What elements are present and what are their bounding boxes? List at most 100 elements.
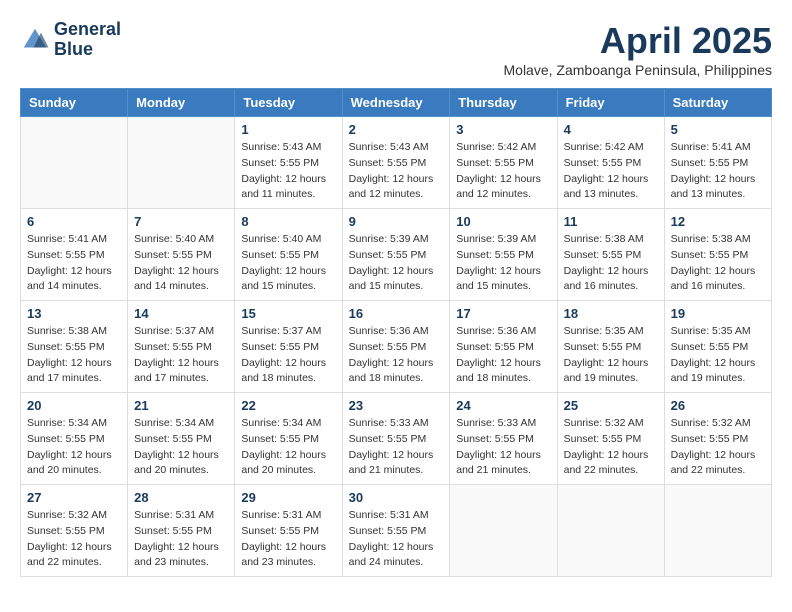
- calendar-cell: 6 Sunrise: 5:41 AM Sunset: 5:55 PM Daylig…: [21, 209, 128, 301]
- day-info: Sunrise: 5:42 AM Sunset: 5:55 PM Dayligh…: [564, 140, 658, 203]
- day-info: Sunrise: 5:38 AM Sunset: 5:55 PM Dayligh…: [27, 324, 121, 387]
- calendar-cell: 27Sunrise: 5:32 AM Sunset: 5:55 PM Dayli…: [21, 485, 128, 577]
- calendar-cell: 10Sunrise: 5:39 AM Sunset: 5:55 PM Dayli…: [450, 209, 557, 301]
- week-row-2: 6 Sunrise: 5:41 AM Sunset: 5:55 PM Daylig…: [21, 209, 772, 301]
- calendar-cell: 18 Sunrise: 5:35 AM Sunset: 5:55 PM Dayli…: [557, 301, 664, 393]
- day-number: 26: [671, 398, 765, 413]
- day-header-wednesday: Wednesday: [342, 89, 450, 117]
- day-number: 30: [349, 490, 444, 505]
- day-info: Sunrise: 5:34 AM Sunset: 5:55 PM Dayligh…: [134, 416, 228, 479]
- day-info: Sunrise: 5:31 AM Sunset: 5:55 PM Dayligh…: [241, 508, 335, 571]
- calendar-cell: 15Sunrise: 5:37 AM Sunset: 5:55 PM Dayli…: [235, 301, 342, 393]
- day-number: 20: [27, 398, 121, 413]
- day-header-tuesday: Tuesday: [235, 89, 342, 117]
- day-number: 19: [671, 306, 765, 321]
- calendar-cell: 1 Sunrise: 5:43 AM Sunset: 5:55 PM Daylig…: [235, 117, 342, 209]
- logo-text: General Blue: [54, 20, 121, 60]
- day-info: Sunrise: 5:39 AM Sunset: 5:55 PM Dayligh…: [349, 232, 444, 295]
- day-info: Sunrise: 5:41 AM Sunset: 5:55 PM Dayligh…: [27, 232, 121, 295]
- day-number: 15: [241, 306, 335, 321]
- day-info: Sunrise: 5:32 AM Sunset: 5:55 PM Dayligh…: [564, 416, 658, 479]
- calendar-cell: 25 Sunrise: 5:32 AM Sunset: 5:55 PM Dayli…: [557, 393, 664, 485]
- day-header-sunday: Sunday: [21, 89, 128, 117]
- location-subtitle: Molave, Zamboanga Peninsula, Philippines: [504, 62, 773, 78]
- logo: General Blue: [20, 20, 121, 60]
- calendar-cell: 5 Sunrise: 5:41 AM Sunset: 5:55 PM Daylig…: [664, 117, 771, 209]
- calendar-cell: 3 Sunrise: 5:42 AM Sunset: 5:55 PM Daylig…: [450, 117, 557, 209]
- calendar-cell: 24 Sunrise: 5:33 AM Sunset: 5:55 PM Dayli…: [450, 393, 557, 485]
- day-info: Sunrise: 5:36 AM Sunset: 5:55 PM Dayligh…: [349, 324, 444, 387]
- calendar-cell: 11 Sunrise: 5:38 AM Sunset: 5:55 PM Dayli…: [557, 209, 664, 301]
- day-number: 1: [241, 122, 335, 137]
- month-title: April 2025: [504, 20, 773, 62]
- day-number: 6: [27, 214, 121, 229]
- week-row-4: 20 Sunrise: 5:34 AM Sunset: 5:55 PM Dayli…: [21, 393, 772, 485]
- day-info: Sunrise: 5:40 AM Sunset: 5:55 PM Dayligh…: [241, 232, 335, 295]
- day-number: 29: [241, 490, 335, 505]
- calendar-cell: 30 Sunrise: 5:31 AM Sunset: 5:55 PM Dayli…: [342, 485, 450, 577]
- day-info: Sunrise: 5:33 AM Sunset: 5:55 PM Dayligh…: [456, 416, 550, 479]
- day-header-monday: Monday: [128, 89, 235, 117]
- day-number: 3: [456, 122, 550, 137]
- calendar-cell: 28 Sunrise: 5:31 AM Sunset: 5:55 PM Dayli…: [128, 485, 235, 577]
- logo-line2: Blue: [54, 40, 121, 60]
- title-section: April 2025 Molave, Zamboanga Peninsula, …: [504, 20, 773, 78]
- day-info: Sunrise: 5:38 AM Sunset: 5:55 PM Dayligh…: [564, 232, 658, 295]
- day-info: Sunrise: 5:41 AM Sunset: 5:55 PM Dayligh…: [671, 140, 765, 203]
- day-info: Sunrise: 5:36 AM Sunset: 5:55 PM Dayligh…: [456, 324, 550, 387]
- day-info: Sunrise: 5:42 AM Sunset: 5:55 PM Dayligh…: [456, 140, 550, 203]
- day-number: 11: [564, 214, 658, 229]
- page-header: General Blue April 2025 Molave, Zamboang…: [20, 20, 772, 78]
- week-row-3: 13Sunrise: 5:38 AM Sunset: 5:55 PM Dayli…: [21, 301, 772, 393]
- day-header-saturday: Saturday: [664, 89, 771, 117]
- day-number: 8: [241, 214, 335, 229]
- day-info: Sunrise: 5:40 AM Sunset: 5:55 PM Dayligh…: [134, 232, 228, 295]
- calendar-cell: 17Sunrise: 5:36 AM Sunset: 5:55 PM Dayli…: [450, 301, 557, 393]
- day-number: 21: [134, 398, 228, 413]
- logo-icon: [20, 25, 50, 55]
- day-header-thursday: Thursday: [450, 89, 557, 117]
- day-number: 7: [134, 214, 228, 229]
- calendar-cell: 29 Sunrise: 5:31 AM Sunset: 5:55 PM Dayli…: [235, 485, 342, 577]
- calendar-cell: 23Sunrise: 5:33 AM Sunset: 5:55 PM Dayli…: [342, 393, 450, 485]
- calendar-cell: 7 Sunrise: 5:40 AM Sunset: 5:55 PM Daylig…: [128, 209, 235, 301]
- calendar-cell: 20Sunrise: 5:34 AM Sunset: 5:55 PM Dayli…: [21, 393, 128, 485]
- day-info: Sunrise: 5:31 AM Sunset: 5:55 PM Dayligh…: [134, 508, 228, 571]
- week-row-5: 27Sunrise: 5:32 AM Sunset: 5:55 PM Dayli…: [21, 485, 772, 577]
- calendar-cell: 22Sunrise: 5:34 AM Sunset: 5:55 PM Dayli…: [235, 393, 342, 485]
- calendar-cell: 21 Sunrise: 5:34 AM Sunset: 5:55 PM Dayli…: [128, 393, 235, 485]
- day-number: 22: [241, 398, 335, 413]
- calendar-cell: 14 Sunrise: 5:37 AM Sunset: 5:55 PM Dayli…: [128, 301, 235, 393]
- day-number: 28: [134, 490, 228, 505]
- calendar-cell: 9 Sunrise: 5:39 AM Sunset: 5:55 PM Daylig…: [342, 209, 450, 301]
- day-number: 4: [564, 122, 658, 137]
- day-info: Sunrise: 5:43 AM Sunset: 5:55 PM Dayligh…: [241, 140, 335, 203]
- calendar-cell: [21, 117, 128, 209]
- calendar-cell: 26 Sunrise: 5:32 AM Sunset: 5:55 PM Dayli…: [664, 393, 771, 485]
- calendar-cell: 13Sunrise: 5:38 AM Sunset: 5:55 PM Dayli…: [21, 301, 128, 393]
- calendar-table: SundayMondayTuesdayWednesdayThursdayFrid…: [20, 88, 772, 577]
- calendar-cell: 16 Sunrise: 5:36 AM Sunset: 5:55 PM Dayli…: [342, 301, 450, 393]
- day-number: 25: [564, 398, 658, 413]
- day-number: 18: [564, 306, 658, 321]
- day-number: 5: [671, 122, 765, 137]
- day-info: Sunrise: 5:32 AM Sunset: 5:55 PM Dayligh…: [27, 508, 121, 571]
- day-info: Sunrise: 5:38 AM Sunset: 5:55 PM Dayligh…: [671, 232, 765, 295]
- day-number: 24: [456, 398, 550, 413]
- day-info: Sunrise: 5:32 AM Sunset: 5:55 PM Dayligh…: [671, 416, 765, 479]
- day-number: 9: [349, 214, 444, 229]
- day-info: Sunrise: 5:37 AM Sunset: 5:55 PM Dayligh…: [134, 324, 228, 387]
- week-row-1: 1 Sunrise: 5:43 AM Sunset: 5:55 PM Daylig…: [21, 117, 772, 209]
- calendar-header-row: SundayMondayTuesdayWednesdayThursdayFrid…: [21, 89, 772, 117]
- day-number: 2: [349, 122, 444, 137]
- day-info: Sunrise: 5:31 AM Sunset: 5:55 PM Dayligh…: [349, 508, 444, 571]
- day-number: 10: [456, 214, 550, 229]
- day-info: Sunrise: 5:43 AM Sunset: 5:55 PM Dayligh…: [349, 140, 444, 203]
- day-info: Sunrise: 5:35 AM Sunset: 5:55 PM Dayligh…: [564, 324, 658, 387]
- logo-line1: General: [54, 20, 121, 40]
- day-number: 16: [349, 306, 444, 321]
- calendar-cell: [450, 485, 557, 577]
- calendar-cell: [664, 485, 771, 577]
- calendar-cell: 8 Sunrise: 5:40 AM Sunset: 5:55 PM Daylig…: [235, 209, 342, 301]
- day-number: 14: [134, 306, 228, 321]
